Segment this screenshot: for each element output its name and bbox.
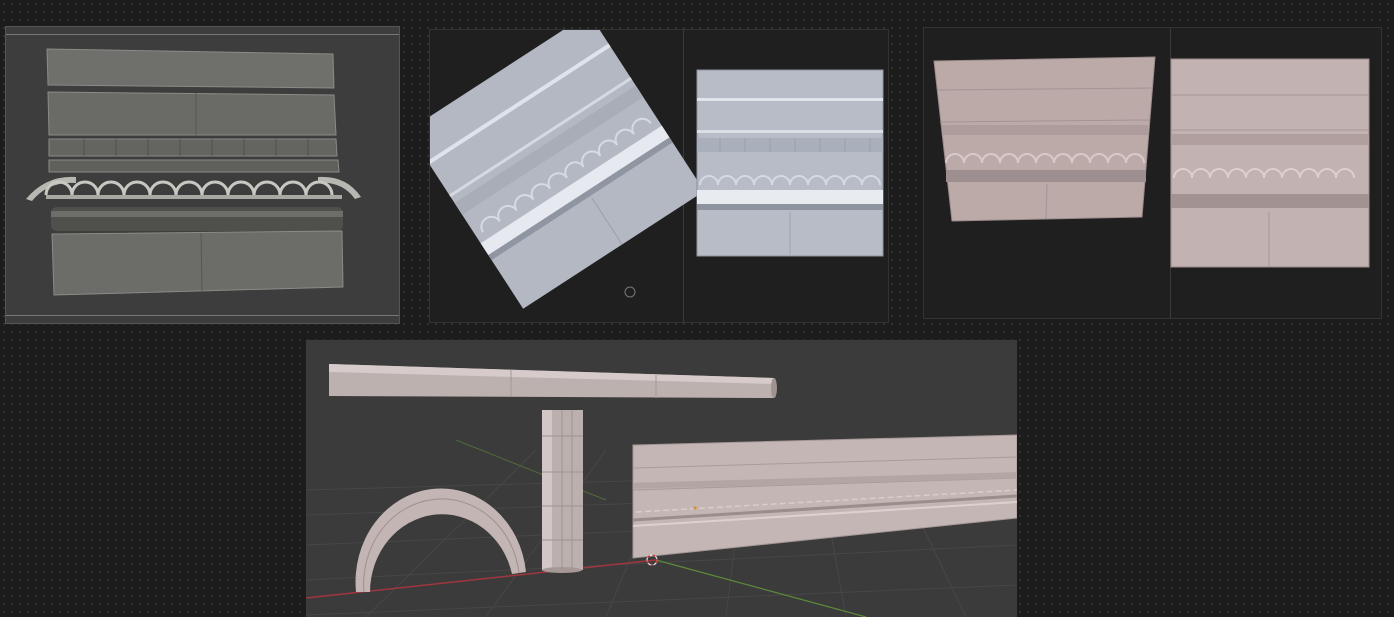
viewport-scene[interactable] (306, 340, 1017, 617)
trim-beam (329, 364, 777, 398)
sculpt-trim-sheet (26, 48, 361, 296)
flat-normal-tile (696, 69, 884, 257)
trim-column (542, 410, 583, 573)
round-molding (51, 207, 343, 231)
sculpt-preview-panel (5, 26, 400, 324)
normal-map-views (430, 30, 884, 309)
y-axis-line (655, 559, 867, 617)
3d-viewport-panel[interactable] (306, 340, 1017, 617)
brick-band-top (46, 48, 335, 89)
albedo-panel (923, 27, 1382, 319)
brick-band-bottom (51, 230, 344, 296)
albedo-tile-perspective (933, 56, 1156, 222)
brick-band-middle (47, 91, 337, 136)
rotated-normal-tile (430, 30, 705, 309)
small-tile-row (48, 138, 338, 157)
arch-row (44, 180, 334, 196)
albedo-views (933, 56, 1370, 268)
normal-map-panel (429, 29, 889, 323)
trim-wall-strip (632, 434, 1017, 559)
y-axis-far (455, 439, 607, 501)
cursor-ring (624, 286, 636, 298)
albedo-tile-flat (1170, 58, 1370, 268)
origin-dot (693, 506, 697, 510)
thin-molding (48, 159, 340, 173)
